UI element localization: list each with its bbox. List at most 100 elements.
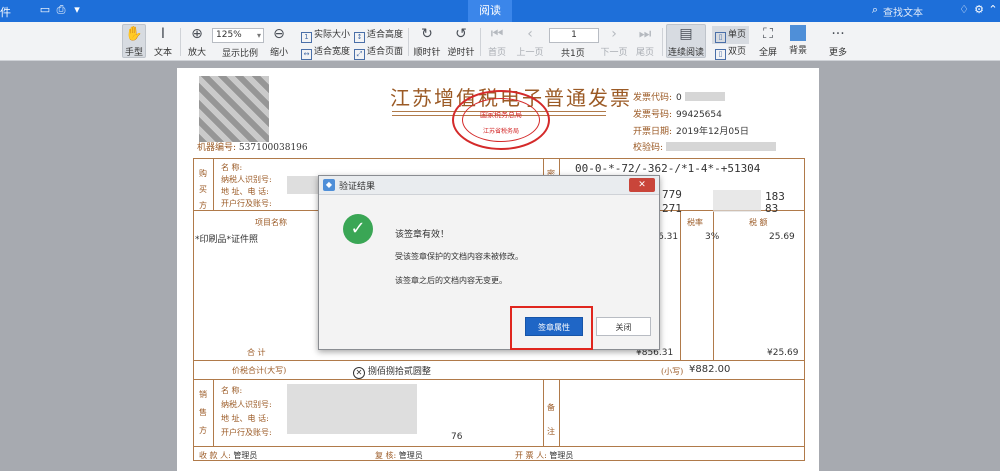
dropdown-icon[interactable]: ▾ [70, 3, 84, 17]
background-icon [790, 25, 806, 41]
zoom-label: 显示比例 [222, 49, 259, 59]
buyer-side-label: 购 买 方 [199, 169, 207, 210]
separator [480, 28, 481, 56]
double-page-button[interactable]: ▯ 双页 [715, 44, 746, 60]
tax-seal: 国家税务总局 江苏省税务局 [452, 90, 550, 150]
separator [180, 28, 181, 56]
verify-result-dialog: ◆ 验证结果 ✕ ✓ 该签章有效！ 受该签章保护的文档内容未被修改。 该签章之后… [318, 175, 660, 350]
zoom-out-icon: ⊖ [273, 26, 285, 42]
fit-height-button[interactable]: ↕ 适合高度 [354, 27, 403, 43]
zoom-in-icon: ⊕ [191, 26, 203, 42]
continuous-read-button[interactable]: ▤ 连续阅读 [666, 24, 706, 58]
prev-page-button[interactable]: ‹ 上一页 [515, 25, 545, 58]
tab-read[interactable]: 阅读 [468, 0, 512, 22]
page-total: 共1页 [561, 49, 585, 59]
toolbar: ✋ 手型 Ⅰ 文本 ⊕ 放大 125% ▾ 显示比例 ⊖ 缩小 1 实际大小 ↕ 适… [0, 22, 1000, 61]
more-icon: ··· [831, 26, 845, 42]
seller-side-label: 销 售 方 [199, 390, 207, 435]
dialog-message-1: 受该签章保护的文档内容未被修改。 [395, 252, 523, 261]
continuous-icon: ▤ [679, 26, 693, 42]
zoom-select[interactable]: 125% ▾ [212, 28, 264, 43]
next-page-button[interactable]: › 下一页 [599, 25, 629, 58]
text-tool-button[interactable]: Ⅰ 文本 [151, 25, 175, 58]
bell-icon[interactable]: ♢ [957, 3, 971, 17]
tax-rate-header: 税率 [687, 218, 703, 227]
close-button[interactable]: 关闭 [596, 317, 651, 336]
total-label: 合 计 [247, 348, 266, 357]
issuer: 开 票 人: 管理员 [515, 451, 574, 460]
close-icon[interactable]: ✕ [629, 178, 655, 192]
chevron-down-icon: ▾ [256, 31, 261, 40]
page-number-input[interactable]: 1 [549, 28, 599, 43]
rotate-ccw-button[interactable]: ↺ 逆时针 [447, 25, 475, 58]
title-bar: 件 ▭ ⎙ ▾ 阅读 ⌕ 查找文本 ♢ ⚙ ⌃ [0, 0, 1000, 22]
price-tax-small-label: (小写) [661, 367, 684, 376]
check-circle-icon: ✓ [343, 214, 373, 244]
dialog-title: 验证结果 [339, 182, 376, 192]
fit-page-icon: ⤢ [354, 49, 365, 60]
fullscreen-button[interactable]: ⛶ 全屏 [756, 25, 780, 58]
actual-size-button[interactable]: 1 实际大小 [301, 27, 350, 43]
single-page-icon: ▯ [715, 32, 726, 43]
fit-width-button[interactable]: ↔ 适合宽度 [301, 44, 350, 60]
chevron-up-icon[interactable]: ⌃ [986, 3, 1000, 17]
search-input[interactable]: 查找文本 [883, 4, 923, 19]
fit-page-button[interactable]: ⤢ 适合页面 [354, 44, 403, 60]
more-button[interactable]: ··· 更多 [826, 25, 850, 58]
tax-amount-value: 25.69 [769, 232, 795, 242]
total-tax: ¥25.69 [767, 348, 799, 358]
qr-code [199, 76, 269, 142]
remark-side-label: 备 注 [547, 403, 555, 436]
payee: 收 款 人: 管理员 [199, 451, 258, 460]
check-code: 校验码: [633, 140, 776, 153]
price-tax-words: ✕ 捌佰捌拾贰圆整 [353, 364, 431, 379]
rotate-cw-button[interactable]: ↻ 顺时针 [413, 25, 441, 58]
search-icon[interactable]: ⌕ [868, 3, 882, 17]
cipher-line: 779 [662, 188, 682, 201]
zoom-in-button[interactable]: ⊕ 放大 [186, 25, 208, 58]
close-circle-icon: ✕ [353, 367, 365, 379]
dialog-message-main: 该签章有效！ [395, 230, 450, 240]
zoom-out-button[interactable]: ⊖ 缩小 [268, 25, 290, 58]
cipher-line: 00-0-*-72/-362-/*1-4*-+51304 [575, 162, 761, 175]
app-icon: ◆ [323, 179, 335, 191]
dialog-title-bar: ◆ 验证结果 ✕ [319, 176, 659, 195]
separator [662, 28, 663, 56]
gear-icon[interactable]: ⚙ [972, 3, 986, 17]
machine-number: 机器编号: 537100038196 [197, 143, 308, 153]
fullscreen-icon: ⛶ [763, 26, 773, 42]
buyer-fields: 名 称: 纳税人识别号: 地 址、电 话: 开户行及账号: [221, 163, 272, 208]
file-menu[interactable]: 件 [0, 4, 11, 20]
seller-fields: 名 称: 纳税人识别号: 地 址、电 话: 开户行及账号: [221, 386, 272, 437]
chevron-left-icon: ‹ [527, 26, 533, 42]
print-icon[interactable]: ⎙ [54, 3, 68, 17]
reviewer: 复 核: 管理员 [375, 451, 423, 460]
fit-width-icon: ↔ [301, 49, 312, 60]
hand-icon: ✋ [125, 26, 143, 42]
tax-rate-value: 3% [705, 232, 720, 242]
hand-tool-button[interactable]: ✋ 手型 [122, 24, 146, 58]
cipher-line: 83 [765, 202, 779, 215]
separator [408, 28, 409, 56]
first-page-button[interactable]: ⏮ 首页 [486, 25, 508, 58]
double-page-icon: ▯ [715, 49, 726, 60]
chevron-right-icon: › [611, 26, 617, 42]
amount-value: 6.31 [658, 232, 679, 242]
invoice-number: 发票号码: 99425654 [633, 110, 722, 120]
actual-size-icon: 1 [301, 32, 312, 43]
tax-header: 税 额 [749, 218, 768, 227]
first-page-icon: ⏮ [490, 26, 504, 42]
item-name: *印刷品*证件照 [195, 235, 259, 245]
item-name-header: 项目名称 [255, 218, 287, 227]
price-tax-small: ¥882.00 [689, 364, 731, 375]
price-tax-label: 价税合计(大写) [232, 366, 287, 375]
rotate-cw-icon: ↻ [421, 26, 433, 42]
dialog-message-2: 该签章之后的文档内容无变更。 [395, 276, 507, 285]
folder-icon[interactable]: ▭ [38, 3, 52, 17]
background-button[interactable]: 背景 [786, 25, 810, 56]
last-page-button[interactable]: ⏭ 尾页 [634, 25, 656, 58]
cipher-line: 271 [662, 202, 682, 215]
invoice-code: 发票代码: 0 [633, 90, 725, 103]
signature-properties-button[interactable]: 签章属性 [525, 317, 583, 336]
single-page-button[interactable]: ▯ 单页 [712, 26, 750, 44]
